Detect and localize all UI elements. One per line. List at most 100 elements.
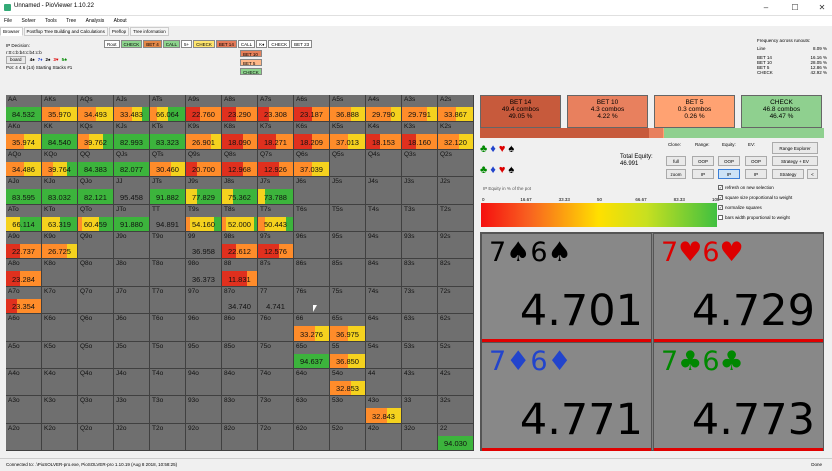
- range-cell[interactable]: A2o: [6, 423, 42, 452]
- collapse-button[interactable]: <: [807, 169, 818, 179]
- range-cell[interactable]: 32o: [402, 423, 438, 452]
- range-cell[interactable]: AKs 35.970: [42, 95, 78, 123]
- range-cell[interactable]: Q2o: [78, 423, 114, 452]
- range-cell[interactable]: A8o 23.284: [6, 259, 42, 287]
- range-cell[interactable]: 43o 32.843: [366, 396, 402, 424]
- range-cell[interactable]: K3s 18.160: [402, 122, 438, 150]
- range-cell[interactable]: Q8s 12.968: [222, 149, 258, 178]
- range-cell[interactable]: 99 36.958: [186, 231, 222, 260]
- menu-tools[interactable]: Tools: [41, 16, 61, 24]
- sub-action-check[interactable]: CHECK: [240, 68, 262, 75]
- equity-ip-button[interactable]: IP: [718, 169, 740, 179]
- range-cell[interactable]: KQo 39.764: [42, 149, 78, 178]
- range-cell[interactable]: 85s: [330, 259, 366, 287]
- range-cell[interactable]: 22 94.030: [438, 423, 474, 452]
- range-cell[interactable]: 54s: [366, 341, 402, 369]
- range-cell[interactable]: 83s: [402, 259, 438, 287]
- range-cell[interactable]: QTo 60.459: [78, 204, 114, 232]
- range-cell[interactable]: A9o 22.737: [6, 231, 42, 260]
- range-cell[interactable]: ATs 66.064: [150, 95, 186, 123]
- range-ip-button[interactable]: IP: [692, 169, 714, 179]
- range-cell[interactable]: 87o 34.740: [222, 286, 258, 315]
- range-cell[interactable]: KTo 63.319: [42, 204, 78, 232]
- close-button[interactable]: ✕: [814, 2, 830, 13]
- range-cell[interactable]: T2o: [150, 423, 186, 452]
- range-cell[interactable]: Q3o: [78, 396, 114, 424]
- range-cell[interactable]: 63s: [402, 314, 438, 342]
- range-cell[interactable]: K5o: [42, 341, 78, 369]
- range-cell[interactable]: 77 4.741: [258, 286, 294, 315]
- range-cell[interactable]: 82s: [438, 259, 474, 287]
- sub-action-bet5[interactable]: BET 5: [240, 59, 262, 66]
- range-cell[interactable]: J7o: [114, 286, 150, 315]
- suit-d-icon[interactable]: ♦: [490, 143, 496, 155]
- range-cell[interactable]: A4s 29.790: [366, 95, 402, 123]
- range-cell[interactable]: 83o: [222, 396, 258, 424]
- tree-node[interactable]: BET 14: [215, 40, 237, 48]
- range-cell[interactable]: J4s: [366, 177, 402, 205]
- range-cell[interactable]: QJs 82.077: [114, 149, 150, 178]
- range-cell[interactable]: T8s 52.000: [222, 204, 258, 232]
- option-checkbox[interactable]: ✓ refresh on new selection: [718, 185, 774, 191]
- range-cell[interactable]: JTo 91.880: [114, 204, 150, 232]
- range-cell[interactable]: Q2s: [438, 149, 474, 178]
- action-box[interactable]: CHECK 46.8 combos 46.47 %: [741, 95, 822, 128]
- range-cell[interactable]: J3o: [114, 396, 150, 424]
- range-cell[interactable]: 92s: [438, 231, 474, 260]
- range-cell[interactable]: 75s: [330, 286, 366, 315]
- hand-card-quadrant[interactable]: 7♣6♣ 4.773: [653, 342, 824, 451]
- tree-node[interactable]: CHECK: [268, 40, 291, 48]
- range-cell[interactable]: J5o: [114, 341, 150, 369]
- tree-node[interactable]: CALL: [162, 40, 180, 48]
- tree-node[interactable]: Root: [104, 40, 120, 48]
- range-cell[interactable]: J7s 73.788: [258, 177, 294, 205]
- range-cell[interactable]: J2s: [438, 177, 474, 205]
- range-cell[interactable]: Q4s: [366, 149, 402, 178]
- range-cell[interactable]: 64s: [366, 314, 402, 342]
- range-cell[interactable]: K6s 18.209: [294, 122, 330, 150]
- range-cell[interactable]: Q4o: [78, 368, 114, 397]
- range-cell[interactable]: J8s 75.362: [222, 177, 258, 205]
- range-cell[interactable]: 44: [366, 368, 402, 397]
- range-cell[interactable]: K6o: [42, 314, 78, 342]
- checkbox-box[interactable]: ✓: [718, 195, 723, 201]
- hand-card-quadrant[interactable]: 7♠6♠ 4.701: [481, 233, 652, 342]
- range-cell[interactable]: 76o: [258, 314, 294, 342]
- range-cell[interactable]: 95s: [330, 231, 366, 260]
- action-box[interactable]: BET 14 49.4 combos 49.05 %: [480, 95, 561, 128]
- suit-c-icon[interactable]: ♣: [480, 143, 487, 155]
- range-cell[interactable]: 84o: [222, 368, 258, 397]
- full-button[interactable]: full: [666, 156, 686, 166]
- range-cell[interactable]: 93o: [186, 396, 222, 424]
- range-cell[interactable]: 62s: [438, 314, 474, 342]
- range-cell[interactable]: 74s: [366, 286, 402, 315]
- range-cell[interactable]: K9s 26.901: [186, 122, 222, 150]
- range-cell[interactable]: Q3s: [402, 149, 438, 178]
- suit-d-icon[interactable]: ♦: [490, 164, 496, 176]
- range-cell[interactable]: ATo 66.114: [6, 204, 42, 232]
- checkbox-box[interactable]: ✓: [718, 185, 723, 191]
- range-cell[interactable]: Q7s 12.926: [258, 149, 294, 178]
- range-cell[interactable]: 94s: [366, 231, 402, 260]
- range-cell[interactable]: 86s: [294, 259, 330, 287]
- tab-postflop[interactable]: Postflop Tree Building and Calculations: [23, 27, 108, 36]
- range-cell[interactable]: T6s: [294, 204, 330, 232]
- range-cell[interactable]: KJo 83.032: [42, 177, 78, 205]
- range-cell[interactable]: K3o: [42, 396, 78, 424]
- range-cell[interactable]: QJo 82.121: [78, 177, 114, 205]
- strategy-ev-button[interactable]: Strategy + EV: [772, 156, 818, 166]
- range-cell[interactable]: 72s: [438, 286, 474, 315]
- range-cell[interactable]: K7o: [42, 286, 78, 315]
- range-cell[interactable]: T4s: [366, 204, 402, 232]
- range-cell[interactable]: JJ 95.458: [114, 177, 150, 205]
- checkbox-box[interactable]: [718, 215, 723, 221]
- menu-about[interactable]: About: [110, 16, 131, 24]
- range-cell[interactable]: A7o 23.354: [6, 286, 42, 315]
- range-cell[interactable]: 66 33.276: [294, 314, 330, 342]
- tab-preflop[interactable]: Preflop: [108, 27, 130, 36]
- range-cell[interactable]: 72o: [258, 423, 294, 452]
- range-cell[interactable]: K4o: [42, 368, 78, 397]
- tab-browser[interactable]: Browser: [0, 27, 23, 36]
- range-cell[interactable]: AQs 34.493: [78, 95, 114, 123]
- range-cell[interactable]: 52s: [438, 341, 474, 369]
